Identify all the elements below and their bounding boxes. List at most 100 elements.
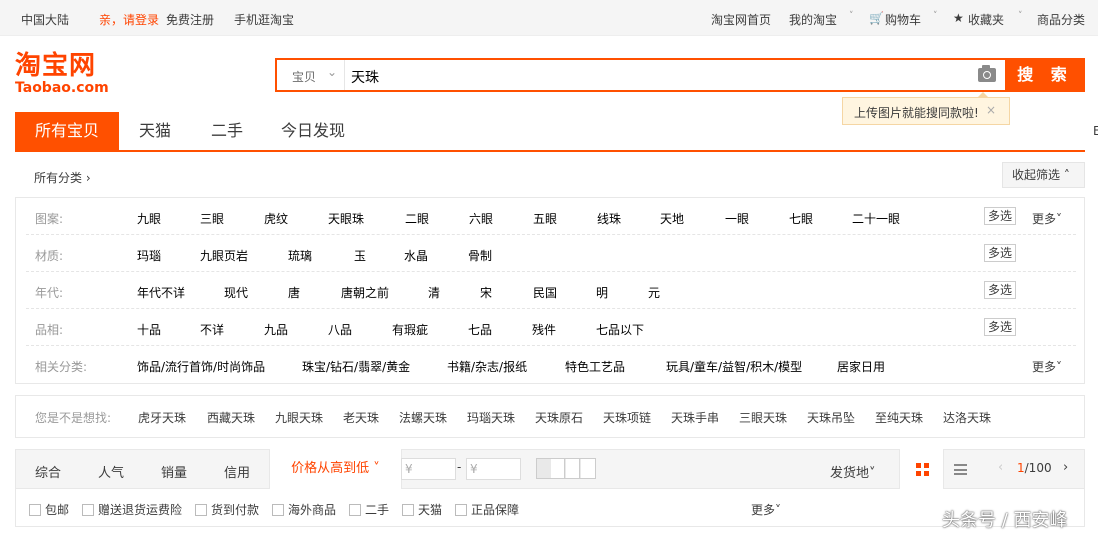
tab-today-discover[interactable]: 今日发现 (273, 112, 353, 150)
filter-option[interactable]: 九眼 (137, 210, 161, 227)
view-toggle[interactable] (536, 458, 596, 479)
register-link[interactable]: 免费注册 (166, 11, 214, 28)
mobile-link[interactable]: 手机逛淘宝 (234, 11, 294, 28)
checkbox[interactable] (455, 504, 467, 516)
grid-view-icon[interactable] (899, 449, 944, 489)
check-tmall[interactable]: 天猫 (402, 501, 442, 518)
related-item[interactable]: 天珠手串 (671, 409, 719, 426)
filter-option[interactable]: 七品 (468, 321, 492, 338)
filter-option[interactable]: 九眼页岩 (200, 247, 248, 264)
filter-option[interactable]: 珠宝/钻石/翡翠/黄金 (302, 358, 410, 375)
filter-option[interactable]: 玉 (354, 247, 366, 264)
filter-option[interactable]: 二眼 (405, 210, 429, 227)
filter-option[interactable]: 民国 (533, 284, 557, 301)
checkbox[interactable] (272, 504, 284, 516)
search-button[interactable]: 搜 索 (1005, 58, 1085, 92)
sort-price-desc[interactable]: 价格从高到低 ˅ (269, 449, 402, 489)
sort-default[interactable]: 综合 (35, 462, 61, 481)
filter-option[interactable]: 玛瑙 (137, 247, 161, 264)
filter-option[interactable]: 宋 (480, 284, 492, 301)
filter-option[interactable]: 骨制 (468, 247, 492, 264)
filter-option[interactable]: 琉璃 (288, 247, 312, 264)
filter-option[interactable]: 清 (428, 284, 440, 301)
my-taobao-link[interactable]: 我的淘宝 (789, 11, 837, 28)
filter-option[interactable]: 特色工艺品 (565, 358, 625, 375)
tab-second-hand[interactable]: 二手 (199, 112, 255, 150)
related-item[interactable]: 至纯天珠 (875, 409, 923, 426)
price-max-input[interactable]: ¥ (466, 458, 521, 480)
checkbox[interactable] (195, 504, 207, 516)
related-item[interactable]: 法螺天珠 (399, 409, 447, 426)
filter-option[interactable]: 玩具/童车/益智/积木/模型 (666, 358, 802, 375)
filter-option[interactable]: 六眼 (469, 210, 493, 227)
multi-select-button[interactable]: 多选 (984, 281, 1016, 299)
filter-option[interactable]: 居家日用 (837, 358, 885, 375)
favorites-link[interactable]: 收藏夹 (968, 11, 1004, 28)
camera-icon[interactable] (978, 65, 996, 82)
more-button[interactable]: 更多˅ (1032, 210, 1062, 227)
related-item[interactable]: 天珠项链 (603, 409, 651, 426)
region-selector[interactable]: 中国大陆 (21, 11, 69, 28)
tab-tmall[interactable]: 天猫 (127, 112, 183, 150)
multi-select-button[interactable]: 多选 (984, 207, 1016, 225)
check-overseas[interactable]: 海外商品 (272, 501, 336, 518)
categories-link[interactable]: 商品分类 (1037, 11, 1085, 28)
filter-option[interactable]: 有瑕疵 (392, 321, 428, 338)
check-cod[interactable]: 货到付款 (195, 501, 259, 518)
filter-option[interactable]: 七眼 (789, 210, 813, 227)
more-button[interactable]: 更多˅ (751, 501, 781, 518)
sort-credit[interactable]: 信用 (224, 462, 250, 481)
tab-all-items[interactable]: 所有宝贝 (15, 112, 119, 150)
more-button[interactable]: 更多˅ (1032, 358, 1062, 375)
filter-option[interactable]: 不详 (200, 321, 224, 338)
filter-option[interactable]: 残件 (532, 321, 556, 338)
related-item[interactable]: 西藏天珠 (207, 409, 255, 426)
related-item[interactable]: 天珠原石 (535, 409, 583, 426)
login-link[interactable]: 亲，请登录 (99, 11, 159, 28)
related-item[interactable]: 虎牙天珠 (138, 409, 186, 426)
filter-option[interactable]: 十品 (137, 321, 161, 338)
cart-link[interactable]: 购物车 (885, 11, 921, 28)
checkbox[interactable] (29, 504, 41, 516)
multi-select-button[interactable]: 多选 (984, 318, 1016, 336)
filter-option[interactable]: 书籍/杂志/报纸 (447, 358, 527, 375)
multi-select-button[interactable]: 多选 (984, 244, 1016, 262)
related-item[interactable]: 天珠吊坠 (807, 409, 855, 426)
filter-option[interactable]: 天眼珠 (328, 210, 364, 227)
filter-option[interactable]: 天地 (660, 210, 684, 227)
check-second-hand[interactable]: 二手 (349, 501, 389, 518)
filter-option[interactable]: 虎纹 (264, 210, 288, 227)
list-view-icon[interactable] (954, 464, 967, 475)
checkbox[interactable] (349, 504, 361, 516)
prev-page-icon[interactable]: ‹ (998, 460, 1003, 475)
breadcrumb[interactable]: 所有分类 › (34, 169, 91, 186)
filter-option[interactable]: 五眼 (533, 210, 557, 227)
search-type-select[interactable]: 宝贝 ⌄ (277, 60, 345, 90)
filter-option[interactable]: 现代 (224, 284, 248, 301)
next-page-icon[interactable]: › (1063, 460, 1068, 475)
check-free-shipping[interactable]: 包邮 (29, 501, 69, 518)
checkbox[interactable] (82, 504, 94, 516)
price-min-input[interactable]: ¥ (401, 458, 456, 480)
related-item[interactable]: 三眼天珠 (739, 409, 787, 426)
filter-option[interactable]: 饰品/流行首饰/时尚饰品 (137, 358, 265, 375)
filter-option[interactable]: 唐 (288, 284, 300, 301)
related-item[interactable]: 老天珠 (343, 409, 379, 426)
filter-option[interactable]: 元 (648, 284, 660, 301)
filter-option[interactable]: 一眼 (725, 210, 749, 227)
related-item[interactable]: 达洛天珠 (943, 409, 991, 426)
filter-option[interactable]: 八品 (328, 321, 352, 338)
home-link[interactable]: 淘宝网首页 (711, 11, 771, 28)
search-input[interactable]: 天珠 (351, 67, 379, 87)
ship-from-select[interactable]: 发货地˅ (830, 462, 876, 481)
filter-option[interactable]: 二十一眼 (852, 210, 900, 227)
collapse-filter-button[interactable]: 收起筛选 ˄ (1002, 162, 1085, 188)
filter-option[interactable]: 线珠 (597, 210, 621, 227)
filter-option[interactable]: 九品 (264, 321, 288, 338)
filter-option[interactable]: 水晶 (404, 247, 428, 264)
filter-option[interactable]: 三眼 (200, 210, 224, 227)
filter-option[interactable]: 明 (596, 284, 608, 301)
filter-option[interactable]: 年代不详 (137, 284, 185, 301)
sort-sales[interactable]: 销量 (161, 462, 187, 481)
filter-option[interactable]: 唐朝之前 (341, 284, 389, 301)
